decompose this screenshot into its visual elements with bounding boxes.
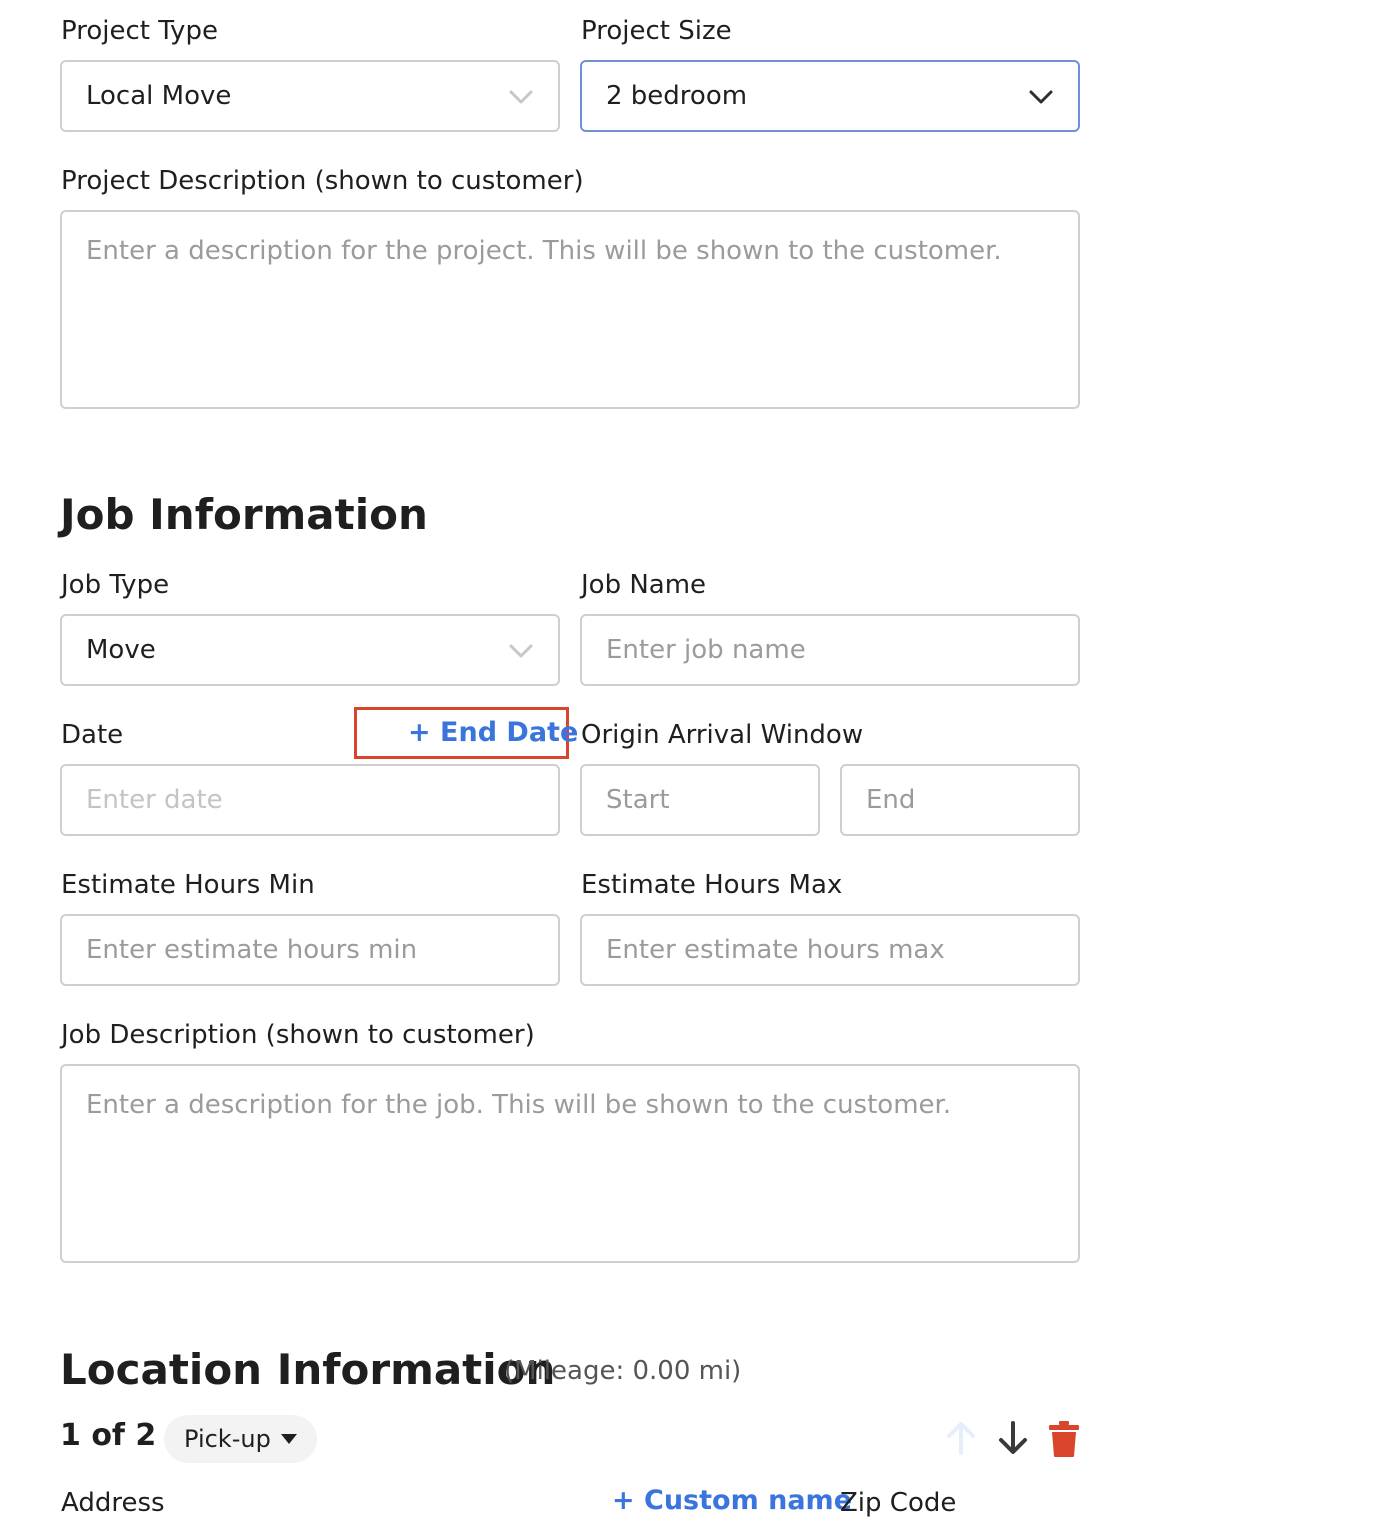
estimate-hours-max-placeholder: Enter estimate hours max bbox=[606, 935, 945, 965]
trash-icon[interactable] bbox=[1048, 1420, 1080, 1458]
job-name-label: Job Name bbox=[581, 570, 707, 600]
estimate-hours-min-label: Estimate Hours Min bbox=[61, 870, 315, 900]
origin-arrival-window-label: Origin Arrival Window bbox=[581, 720, 864, 750]
custom-name-link[interactable]: + Custom name bbox=[612, 1485, 852, 1516]
job-type-value: Move bbox=[86, 635, 156, 665]
caret-down-icon bbox=[280, 1434, 297, 1444]
job-name-input[interactable]: Enter job name bbox=[580, 614, 1080, 686]
date-input[interactable]: Enter date bbox=[60, 764, 560, 836]
stop-type-dropdown[interactable]: Pick-up bbox=[164, 1415, 317, 1463]
mileage-text: (Mileage: 0.00 mi) bbox=[504, 1356, 742, 1386]
zip-code-label: Zip Code bbox=[840, 1488, 957, 1518]
job-information-heading: Job Information bbox=[60, 490, 428, 539]
arrow-up-icon[interactable] bbox=[944, 1420, 978, 1456]
job-description-label: Job Description (shown to customer) bbox=[61, 1020, 535, 1050]
arrival-start-placeholder: Start bbox=[606, 785, 670, 815]
date-label: Date bbox=[61, 720, 124, 750]
job-name-placeholder: Enter job name bbox=[606, 635, 806, 665]
arrival-end-input[interactable]: End bbox=[840, 764, 1080, 836]
stop-counter: 1 of 2 bbox=[60, 1418, 157, 1453]
job-description-input[interactable] bbox=[60, 1064, 1080, 1263]
estimate-hours-min-input[interactable]: Enter estimate hours min bbox=[60, 914, 560, 986]
chevron-down-icon bbox=[509, 90, 533, 104]
project-description-input[interactable] bbox=[60, 210, 1080, 409]
project-size-label: Project Size bbox=[581, 16, 732, 46]
project-type-label: Project Type bbox=[61, 16, 218, 46]
estimate-hours-min-placeholder: Enter estimate hours min bbox=[86, 935, 418, 965]
end-date-link[interactable]: + End Date bbox=[408, 717, 578, 748]
stop-type-value: Pick-up bbox=[184, 1425, 271, 1453]
chevron-down-icon bbox=[509, 644, 533, 658]
project-size-select[interactable]: 2 bedroom bbox=[580, 60, 1080, 132]
chevron-down-icon bbox=[1029, 90, 1053, 104]
date-placeholder: Enter date bbox=[86, 785, 223, 815]
project-size-value: 2 bedroom bbox=[606, 81, 748, 111]
arrival-start-input[interactable]: Start bbox=[580, 764, 820, 836]
project-type-select[interactable]: Local Move bbox=[60, 60, 560, 132]
arrival-end-placeholder: End bbox=[866, 785, 916, 815]
estimate-hours-max-input[interactable]: Enter estimate hours max bbox=[580, 914, 1080, 986]
address-label: Address bbox=[61, 1488, 165, 1518]
estimate-hours-max-label: Estimate Hours Max bbox=[581, 870, 843, 900]
project-type-value: Local Move bbox=[86, 81, 232, 111]
job-type-label: Job Type bbox=[61, 570, 170, 600]
project-description-label: Project Description (shown to customer) bbox=[61, 166, 584, 196]
location-information-heading: Location Information bbox=[60, 1345, 556, 1394]
job-type-select[interactable]: Move bbox=[60, 614, 560, 686]
arrow-down-icon[interactable] bbox=[996, 1420, 1030, 1456]
